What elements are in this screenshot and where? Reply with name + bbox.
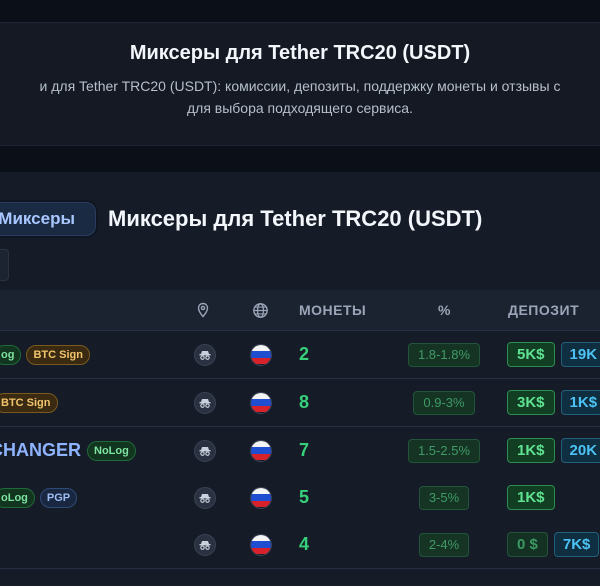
fee-range: 1.5-2.5%	[407, 438, 481, 463]
anonymity-cell	[194, 474, 216, 521]
anonymity-cell	[194, 427, 216, 474]
table-header: МОНЕТЫ % ДЕПОЗИТ	[0, 290, 600, 331]
deposit-cell: 1K$	[507, 474, 561, 521]
feature-badge: NoLog	[87, 440, 136, 461]
max-deposit: 1K$	[560, 390, 600, 415]
deposit-cell: 1K$ 20K	[507, 427, 600, 474]
max-deposit: 20K	[560, 438, 600, 463]
globe-icon[interactable]	[252, 290, 269, 330]
coins-cell: 2	[299, 331, 309, 378]
column-deposit[interactable]: ДЕПОЗИТ	[508, 290, 579, 330]
fee-cell: 1.8-1.8%	[384, 331, 504, 378]
country-cell	[250, 427, 272, 474]
mixer-name-cell: oLog PGP	[0, 474, 82, 521]
min-deposit: 5K$	[507, 342, 555, 367]
table-row[interactable]: CHANGER NoLog 7 1.5-2.5% 1K$20K	[0, 427, 600, 475]
mixer-name-cell: og BTC Sign	[0, 331, 95, 378]
column-coins[interactable]: МОНЕТЫ	[299, 290, 366, 330]
fee-range: 1.8-1.8%	[407, 342, 481, 367]
russia-flag-icon	[250, 439, 272, 462]
fee-range: 0.9-3%	[413, 390, 475, 415]
page-description: и для Tether TRC20 (USDT): комиссии, деп…	[0, 75, 600, 119]
russia-flag-icon	[250, 486, 272, 509]
coins-cell: 7	[299, 427, 309, 474]
coins-count: 8	[299, 392, 310, 412]
feature-badge: BTC Sign	[26, 344, 90, 365]
spy-icon	[194, 486, 216, 509]
fee-cell: 1.5-2.5%	[384, 427, 504, 474]
panel-title: Миксеры для Tether TRC20 (USDT)	[108, 206, 483, 231]
deposit-cell: 0 $7K$	[507, 521, 600, 568]
coins-cell: 8	[299, 379, 309, 426]
fee-cell: 2-4%	[384, 521, 504, 568]
mixer-name-cell: BTC Sign	[0, 379, 63, 426]
russia-flag-icon	[250, 533, 272, 556]
fee-cell: 0.9-3%	[384, 379, 504, 426]
coins-count: 4	[299, 534, 310, 554]
coins-cell: 5	[299, 474, 309, 521]
feature-badge: og	[0, 344, 22, 365]
page-title: Миксеры для Tether TRC20 (USDT)	[129, 42, 471, 64]
fee-range: 3-5%	[418, 485, 470, 510]
country-cell	[250, 331, 272, 378]
anonymity-cell	[194, 521, 216, 568]
mixer-name-link[interactable]: CHANGER	[0, 440, 81, 461]
spy-icon	[194, 439, 216, 462]
anonymity-cell	[194, 379, 216, 426]
mixer-name-cell: CHANGER NoLog	[0, 427, 141, 474]
table-row[interactable]: BTC Sign 8 0.9-3% 3K$ 1K$	[0, 379, 600, 427]
coins-count: 5	[299, 487, 310, 507]
page-header-card: Миксеры для Tether TRC20 (USDT) и для Te…	[0, 22, 600, 146]
deposit-cell: 5K$ 19K	[507, 331, 600, 378]
country-cell	[250, 379, 272, 426]
max-deposit: 7K$	[553, 532, 600, 557]
spy-icon	[194, 533, 216, 556]
mixers-panel: Миксеры Миксеры для Tether TRC20 (USDT) …	[0, 172, 600, 586]
page-description-line-1: и для Tether TRC20 (USDT): комиссии, деп…	[39, 78, 561, 94]
spy-icon	[194, 343, 216, 366]
category-tag[interactable]: Миксеры	[0, 202, 96, 236]
table-row[interactable]: 4 2-4% 0 $7K$	[0, 521, 600, 569]
feature-badge: oLog	[0, 487, 35, 508]
fee-range: 2-4%	[418, 532, 470, 557]
russia-flag-icon	[250, 343, 272, 366]
spy-icon	[194, 391, 216, 414]
country-cell	[250, 521, 272, 568]
coins-count: 7	[299, 440, 310, 460]
coins-cell: 4	[299, 521, 309, 568]
deposit-cell: 3K$ 1K$	[507, 379, 600, 426]
russia-flag-icon	[250, 391, 272, 414]
filter-button[interactable]	[0, 249, 9, 281]
max-deposit: 19K	[560, 342, 600, 367]
location-pin-icon[interactable]	[195, 290, 211, 330]
feature-badge: BTC Sign	[0, 392, 58, 413]
min-deposit: 1K$	[507, 485, 555, 510]
table-row[interactable]: og BTC Sign 2 1.8-1.8% 5K$ 19K	[0, 331, 600, 379]
column-percent[interactable]: %	[438, 290, 451, 330]
feature-badge: PGP	[39, 487, 78, 508]
min-deposit: 0 $	[507, 532, 548, 557]
min-deposit: 3K$	[507, 390, 555, 415]
min-deposit: 1K$	[507, 438, 555, 463]
page-description-line-2: для выбора подходящего сервиса.	[186, 100, 413, 116]
anonymity-cell	[194, 331, 216, 378]
coins-count: 2	[299, 344, 310, 364]
country-cell	[250, 474, 272, 521]
table-row[interactable]: oLog PGP 5 3-5% 1K$	[0, 474, 600, 522]
fee-cell: 3-5%	[384, 474, 504, 521]
